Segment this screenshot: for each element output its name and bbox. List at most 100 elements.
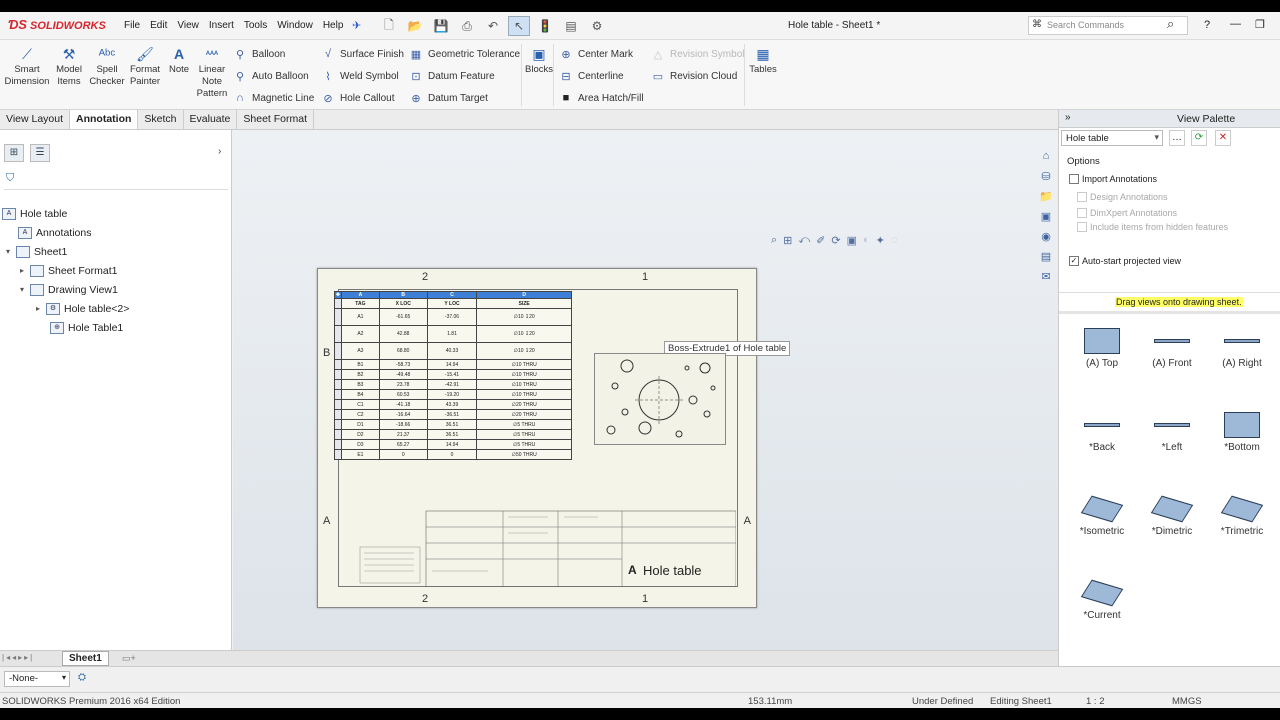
table-row[interactable]: A1 -61.65 -37.06 ∅10 ↧20 bbox=[334, 308, 572, 326]
restore-icon[interactable]: ❐ bbox=[1255, 18, 1265, 31]
view-item-front[interactable]: (A) Front bbox=[1137, 324, 1207, 369]
view-item-isometric[interactable]: *Isometric bbox=[1067, 492, 1137, 537]
row-handle[interactable] bbox=[334, 379, 342, 390]
table-cell[interactable]: 68.80 bbox=[378, 342, 428, 360]
zoom-to-area-icon[interactable]: ⊞ bbox=[783, 234, 792, 247]
dimxpert-annotations-checkbox[interactable]: DimXpert Annotations bbox=[1077, 208, 1177, 218]
table-cell[interactable]: ∅10 ↧20 bbox=[476, 308, 572, 326]
rebuild-icon[interactable]: 🚦 bbox=[534, 16, 556, 36]
row-handle[interactable] bbox=[334, 389, 342, 400]
row-handle[interactable] bbox=[334, 298, 342, 309]
menu-view[interactable]: View bbox=[177, 20, 199, 31]
tab-evaluate[interactable]: Evaluate bbox=[184, 110, 238, 129]
drawing-sheet[interactable]: 2 1 2 1 B A A ✥ A B C D TAG X LOC Y LOC … bbox=[317, 268, 791, 608]
checkbox-box[interactable] bbox=[1077, 208, 1087, 218]
table-row[interactable]: D3 65.27 14.94 ∅5 THRU bbox=[334, 439, 572, 450]
auto-start-projected-view-checkbox[interactable]: ✓ Auto-start projected view bbox=[1069, 256, 1181, 266]
table-cell[interactable]: 36.51 bbox=[426, 429, 478, 440]
property-manager-tab-icon[interactable]: ☰ bbox=[30, 144, 50, 162]
menu-tools[interactable]: Tools bbox=[244, 20, 267, 31]
search-commands-input[interactable]: ⌘ Search Commands bbox=[1028, 16, 1188, 35]
table-cell[interactable]: D1 bbox=[340, 419, 380, 430]
tables-button[interactable]: ▦ Tables bbox=[748, 46, 778, 76]
table-cell[interactable]: C2 bbox=[340, 409, 380, 420]
table-cell[interactable]: B3 bbox=[340, 379, 380, 390]
tab-view-layout[interactable]: View Layout bbox=[0, 110, 71, 129]
table-cell[interactable]: B4 bbox=[340, 389, 380, 400]
status-units[interactable]: MMGS bbox=[1172, 696, 1202, 707]
tree-item-sheet1[interactable]: ▾ Sheet1 bbox=[0, 242, 232, 261]
view-item-left[interactable]: *Left bbox=[1137, 408, 1207, 453]
file-explorer-icon[interactable]: 📁 bbox=[1038, 190, 1054, 206]
tree-item-annotations[interactable]: A Annotations bbox=[0, 223, 232, 242]
expand-palette-icon[interactable]: » bbox=[1065, 112, 1071, 123]
section-view-icon[interactable]: ✦ bbox=[876, 234, 885, 247]
checkbox-box[interactable] bbox=[1077, 222, 1087, 232]
checkmark-icon[interactable]: ✓ bbox=[1069, 256, 1079, 266]
table-row[interactable]: B3 23.78 -42.91 ∅10 THRU bbox=[334, 379, 572, 390]
column-letter[interactable]: D bbox=[476, 291, 572, 299]
centerline-button[interactable]: ⊟ Centerline bbox=[558, 70, 623, 83]
print-icon[interactable]: ⎙ bbox=[456, 16, 478, 36]
feature-manager-tab-icon[interactable]: ⊞ bbox=[4, 144, 24, 162]
table-cell[interactable]: -41.18 bbox=[378, 399, 428, 410]
tree-item-hole-table-2[interactable]: ▸ ⚙ Hole table<2> bbox=[0, 299, 232, 318]
table-cell[interactable]: -42.91 bbox=[426, 379, 478, 390]
table-cell[interactable]: 23.78 bbox=[378, 379, 428, 390]
column-letter[interactable]: A bbox=[340, 291, 380, 299]
table-cell[interactable]: 42.88 bbox=[378, 325, 428, 343]
model-items-button[interactable]: ⚒ Model Items bbox=[50, 46, 88, 88]
pan-icon[interactable]: ✐ bbox=[816, 234, 825, 247]
minimize-icon[interactable]: — bbox=[1230, 18, 1241, 31]
geometric-tolerance-button[interactable]: ▦ Geometric Tolerance bbox=[408, 48, 520, 61]
table-cell[interactable]: D2 bbox=[340, 429, 380, 440]
table-cell[interactable]: -18.66 bbox=[378, 419, 428, 430]
search-icon[interactable]: ⌕ bbox=[1167, 16, 1174, 32]
custom-properties-icon[interactable]: ▤ bbox=[1038, 250, 1054, 266]
datum-target-button[interactable]: ⊕ Datum Target bbox=[408, 92, 487, 105]
table-row[interactable]: C2 -16.64 -36.51 ∅20 THRU bbox=[334, 409, 572, 420]
table-row[interactable]: A3 68.80 40.33 ∅10 ↧20 bbox=[334, 342, 572, 360]
tree-item-hole-table[interactable]: A Hole table bbox=[0, 204, 232, 223]
solidworks-logo[interactable]: ƊS SOLIDWORKS bbox=[8, 17, 106, 32]
table-row[interactable]: B1 -58.73 14.94 ∅10 THRU bbox=[334, 359, 572, 370]
table-cell[interactable]: ∅50 THRU bbox=[476, 449, 572, 460]
row-handle[interactable] bbox=[334, 369, 342, 380]
revision-cloud-button[interactable]: ▭ Revision Cloud bbox=[650, 70, 737, 83]
save-icon[interactable]: 💾 bbox=[430, 16, 452, 36]
row-handle[interactable] bbox=[334, 449, 342, 460]
hole-callout-button[interactable]: ⊘ Hole Callout bbox=[320, 92, 394, 105]
status-sheet-scale[interactable]: 1 : 2 bbox=[1086, 696, 1105, 707]
appearances-icon[interactable]: ◉ bbox=[1038, 230, 1054, 246]
menu-insert[interactable]: Insert bbox=[209, 20, 234, 31]
table-cell[interactable]: 21.37 bbox=[378, 429, 428, 440]
table-cell[interactable]: 65.27 bbox=[378, 439, 428, 450]
table-cell[interactable]: 14.94 bbox=[426, 359, 478, 370]
table-cell[interactable]: 0 bbox=[378, 449, 428, 460]
view-item-bottom[interactable]: *Bottom bbox=[1207, 408, 1277, 453]
tab-annotation[interactable]: Annotation bbox=[70, 110, 139, 129]
table-cell[interactable]: ∅5 THRU bbox=[476, 419, 572, 430]
browse-button[interactable]: … bbox=[1169, 130, 1185, 146]
table-cell[interactable]: -49.48 bbox=[378, 369, 428, 380]
forum-icon[interactable]: ✉ bbox=[1038, 270, 1054, 286]
table-cell[interactable]: ∅20 THRU bbox=[476, 409, 572, 420]
zoom-to-fit-icon[interactable]: ⌕ bbox=[771, 234, 777, 247]
table-cell[interactable]: -36.51 bbox=[426, 409, 478, 420]
import-annotations-checkbox[interactable]: Import Annotations bbox=[1069, 174, 1157, 184]
close-icon[interactable]: ✕ bbox=[1215, 130, 1231, 146]
table-cell[interactable]: -61.65 bbox=[378, 308, 428, 326]
column-letter[interactable]: B bbox=[378, 291, 428, 299]
linear-note-pattern-button[interactable]: ᴬᴬᴬ Linear Note Pattern bbox=[194, 46, 230, 100]
center-mark-button[interactable]: ⊕ Center Mark bbox=[558, 48, 633, 61]
hole-table[interactable]: ✥ A B C D TAG X LOC Y LOC SIZE A1 -61.65-… bbox=[334, 291, 572, 460]
table-row[interactable]: D1 -18.66 36.51 ∅5 THRU bbox=[334, 419, 572, 430]
table-cell[interactable]: -15.41 bbox=[426, 369, 478, 380]
drawing-view1-frame[interactable] bbox=[594, 353, 726, 445]
menu-file[interactable]: File bbox=[124, 20, 140, 31]
spell-checker-button[interactable]: ᴬᵇᶜ Spell Checker bbox=[88, 46, 126, 88]
table-cell[interactable]: -19.20 bbox=[426, 389, 478, 400]
balloon-button[interactable]: ⚲ Balloon bbox=[232, 48, 285, 61]
options-gear-icon[interactable]: ⚙ bbox=[586, 16, 608, 36]
file-properties-icon[interactable]: ▤ bbox=[560, 16, 582, 36]
